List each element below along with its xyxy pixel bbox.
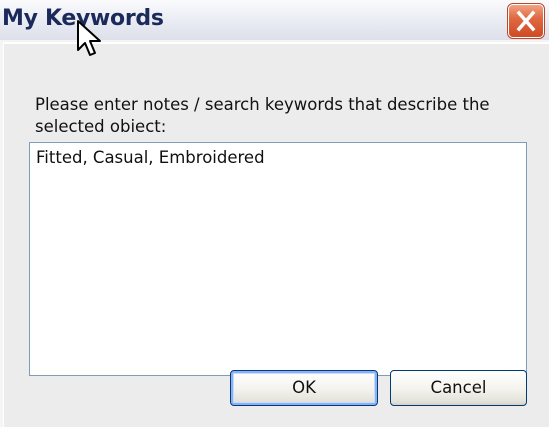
ok-button[interactable]: OK	[230, 370, 378, 406]
window-frame	[0, 42, 3, 427]
close-button[interactable]	[507, 3, 545, 39]
cancel-button[interactable]: Cancel	[390, 370, 527, 406]
keywords-dialog: My Keywords Please enter notes / search …	[0, 0, 549, 427]
dialog-body: Please enter notes / search keywords tha…	[4, 44, 549, 427]
mouse-pointer-icon	[77, 20, 101, 56]
prompt-label: Please enter notes / search keywords tha…	[35, 95, 490, 136]
close-icon	[516, 10, 536, 32]
keywords-field[interactable]: Fitted, Casual, Embroidered	[29, 142, 527, 376]
